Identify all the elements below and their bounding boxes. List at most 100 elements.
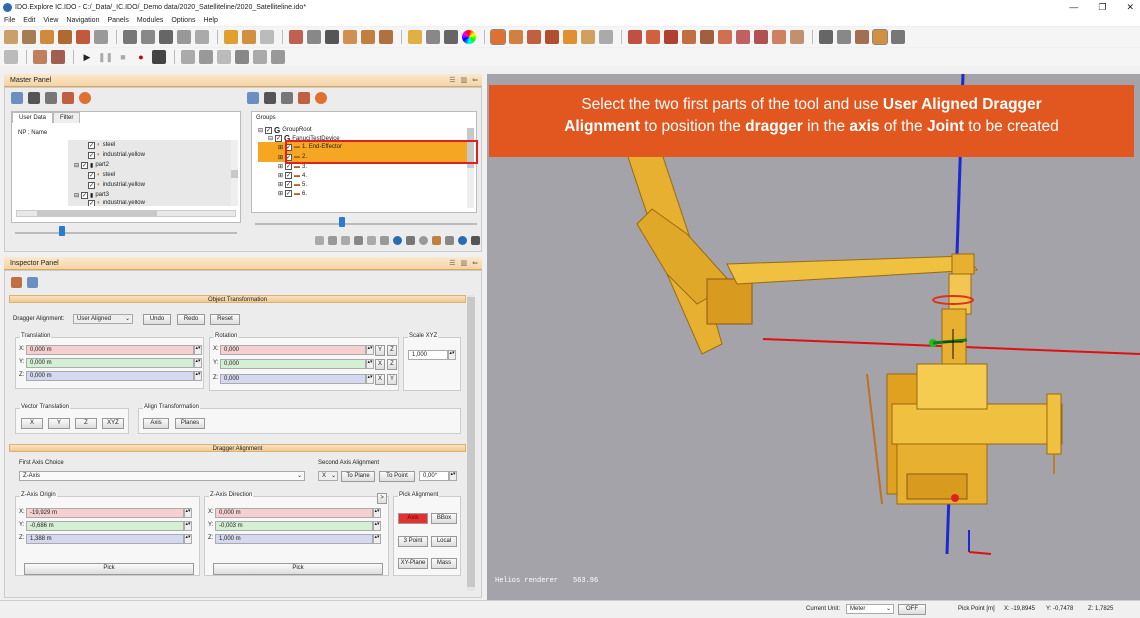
tree-item[interactable]: ✓ ◐ industrial.yellow	[68, 200, 233, 206]
pick-local-button[interactable]: Local	[431, 536, 457, 547]
size-slider[interactable]	[255, 223, 477, 225]
close-button[interactable]: ✕	[1126, 0, 1134, 14]
tool-icon[interactable]	[628, 30, 642, 44]
tool-icon[interactable]	[471, 236, 480, 245]
tool-icon[interactable]	[177, 30, 191, 44]
pick-direction-button[interactable]: Pick	[213, 563, 383, 575]
panel-float-icon[interactable]: ▥	[461, 76, 468, 84]
dragger-alignment-header[interactable]: Dragger Alignment	[9, 444, 466, 452]
panel-menu-icon[interactable]: ☰	[449, 259, 455, 267]
direction-y-input[interactable]: -0,003 m	[215, 521, 373, 531]
tool-icon[interactable]	[361, 30, 375, 44]
direction-z-input[interactable]: 1,000 m	[215, 534, 373, 544]
align-axis-button[interactable]: Axis	[143, 418, 169, 429]
rotate-y-button[interactable]: Y	[375, 345, 385, 356]
tree-item[interactable]: ⊞ ✓ ▬ 4.	[258, 171, 468, 180]
scale-input[interactable]: 1,000	[408, 350, 448, 360]
spin-button[interactable]: ▴▾	[449, 471, 457, 481]
minimize-button[interactable]: —	[1069, 0, 1078, 14]
pick-bbox-button[interactable]: BBox	[431, 513, 457, 524]
stop-icon[interactable]: ■	[116, 50, 130, 64]
list-icon[interactable]	[28, 92, 40, 104]
tool-icon[interactable]	[408, 30, 422, 44]
rotate-x-button[interactable]: X	[375, 359, 385, 370]
rotate-z-button[interactable]: Z	[387, 345, 397, 356]
tool-icon[interactable]	[664, 30, 678, 44]
record-icon[interactable]: ●	[134, 50, 148, 64]
panel-close-icon[interactable]: ⇐	[472, 259, 478, 267]
tool-icon[interactable]	[195, 30, 209, 44]
tool-icon[interactable]	[217, 50, 231, 64]
tool-icon[interactable]	[33, 50, 47, 64]
pick-3-point-button[interactable]: 3 Point	[398, 536, 428, 547]
tool-icon[interactable]	[289, 30, 303, 44]
translation-x-input[interactable]: 0,000 m	[26, 345, 194, 355]
menu-view[interactable]: View	[43, 17, 58, 24]
spin-button[interactable]: ▴▾	[184, 521, 192, 531]
direction-x-input[interactable]: 0,000 m	[215, 508, 373, 518]
tool-icon[interactable]	[94, 30, 108, 44]
tool-icon[interactable]	[235, 50, 249, 64]
tool-icon[interactable]	[819, 30, 833, 44]
off-button[interactable]: OFF	[898, 604, 926, 615]
tool-icon[interactable]	[426, 30, 440, 44]
tool-icon[interactable]	[682, 30, 696, 44]
camera-icon[interactable]	[62, 92, 74, 104]
tool-icon[interactable]	[545, 30, 559, 44]
pick-mass-button[interactable]: Mass	[431, 558, 457, 569]
tree-item[interactable]: ✓ ◐ steel	[68, 140, 233, 150]
rotation-x-input[interactable]: 0,000	[220, 345, 366, 355]
ring-icon[interactable]	[79, 92, 91, 104]
tree-item[interactable]: ⊞ ✓ ▬ 5.	[258, 180, 468, 189]
view-icon[interactable]	[11, 92, 23, 104]
tool-icon[interactable]	[527, 30, 541, 44]
pick-xy-plane-button[interactable]: XY-Plane	[398, 558, 428, 569]
origin-z-input[interactable]: 1,388 m	[26, 534, 184, 544]
pause-icon[interactable]: ❚❚	[98, 50, 113, 64]
tool-icon[interactable]	[646, 30, 660, 44]
tool-icon[interactable]	[891, 30, 905, 44]
tool-icon[interactable]	[141, 30, 155, 44]
tree-item[interactable]: ⊟ ✓ G GroupRoot	[258, 125, 468, 135]
menu-panels[interactable]: Panels	[107, 17, 128, 24]
vector-y-button[interactable]: Y	[48, 418, 70, 429]
tool-icon[interactable]	[599, 30, 613, 44]
spin-button[interactable]: ▴▾	[366, 359, 374, 369]
ring-icon[interactable]	[315, 92, 327, 104]
play-icon[interactable]: ▶	[80, 50, 94, 64]
tool-icon[interactable]	[354, 236, 363, 245]
tool-icon[interactable]	[367, 236, 376, 245]
tool-icon[interactable]	[181, 50, 195, 64]
align-planes-button[interactable]: Planes	[175, 418, 205, 429]
spin-button[interactable]: ▴▾	[184, 534, 192, 544]
vector-x-button[interactable]: X	[21, 418, 43, 429]
slider-handle[interactable]	[59, 226, 65, 236]
angle-input[interactable]: 0,00°	[419, 471, 449, 481]
spin-button[interactable]: ▴▾	[194, 371, 202, 381]
view-icon[interactable]	[247, 92, 259, 104]
sphere-icon[interactable]	[419, 236, 428, 245]
tool-icon[interactable]	[307, 30, 321, 44]
spin-button[interactable]: ▴▾	[373, 534, 381, 544]
color-wheel-icon[interactable]	[462, 30, 476, 44]
menu-navigation[interactable]: Navigation	[66, 17, 99, 24]
restore-button[interactable]: ❐	[1098, 0, 1106, 14]
menu-edit[interactable]: Edit	[23, 17, 35, 24]
vertical-scrollbar[interactable]	[467, 295, 475, 591]
rotate-x-button[interactable]: X	[375, 374, 385, 385]
tool-icon[interactable]	[509, 30, 523, 44]
tool-icon[interactable]	[581, 30, 595, 44]
origin-y-input[interactable]: -0,686 m	[26, 521, 184, 531]
size-slider[interactable]	[15, 232, 237, 234]
dragger-icon[interactable]	[27, 277, 38, 288]
spin-button[interactable]: ▴▾	[366, 345, 374, 355]
translation-y-input[interactable]: 0,000 m	[26, 358, 194, 368]
tree-item[interactable]: ✓ ◐ industrial.yellow	[68, 180, 233, 190]
tool-icon[interactable]	[855, 30, 869, 44]
tool-icon[interactable]	[260, 30, 274, 44]
menu-file[interactable]: File	[4, 17, 15, 24]
origin-x-input[interactable]: -19,929 m	[26, 508, 184, 518]
object-transformation-header[interactable]: Object Transformation	[9, 295, 466, 303]
vertical-scrollbar[interactable]	[231, 140, 238, 206]
tool-icon[interactable]	[379, 30, 393, 44]
